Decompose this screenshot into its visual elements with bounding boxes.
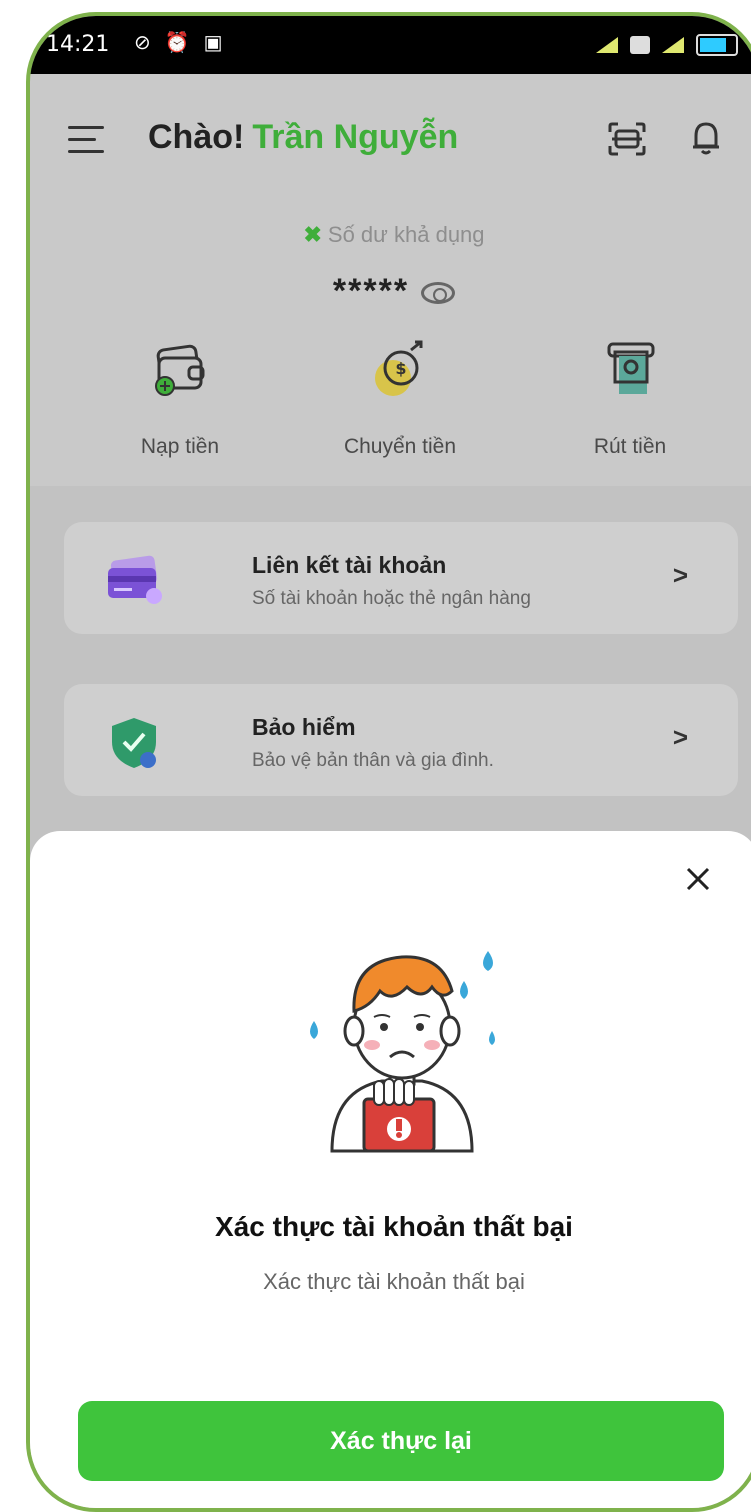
action-label: Rút tiền	[593, 435, 667, 458]
balance-masked: *****	[332, 272, 410, 310]
brand-logo-icon: ✖	[303, 222, 322, 247]
chevron-right-icon: >	[672, 560, 688, 590]
status-icons-left: ⊘ ⏰ ▣	[134, 30, 223, 55]
card-subtitle: Bảo vệ bản thân và gia đình.	[252, 750, 494, 771]
signal-icon	[596, 37, 618, 53]
chevron-right-icon: >	[672, 722, 688, 752]
phone-frame: 14:21 ⊘ ⏰ ▣ Chào! Trần Nguyễn ✖ Số dư kh…	[26, 12, 751, 1512]
money-transfer-icon: $	[375, 340, 423, 396]
signal-4g-icon	[662, 37, 684, 53]
app-header: Chào! Trần Nguyễn	[30, 74, 751, 204]
shield-icon	[112, 718, 156, 768]
alarm-icon: ⏰	[164, 32, 190, 54]
card-subtitle: Số tài khoản hoặc thẻ ngân hàng	[252, 588, 531, 609]
dialog-title: Xác thực tài khoản thất bại	[215, 1211, 573, 1242]
action-deposit[interactable]: Nạp tiền	[80, 336, 280, 459]
scan-icon[interactable]	[608, 122, 646, 156]
sad-person-illustration	[310, 951, 495, 1153]
retry-verify-button[interactable]: Xác thực lại	[78, 1401, 724, 1481]
dialog-message: Xác thực tài khoản thất bại	[263, 1269, 525, 1294]
status-icons-right	[596, 34, 738, 56]
insurance-card[interactable]: Bảo hiểm Bảo vệ bản thân và gia đình. >	[64, 684, 738, 796]
balance-value: *****	[30, 272, 751, 311]
wallet-plus-icon	[155, 344, 205, 396]
card-title: Liên kết tài khoản	[252, 552, 447, 578]
app-notification-icon: ▣	[203, 32, 223, 54]
atm-withdraw-icon	[607, 342, 655, 394]
quick-actions: Nạp tiền $ Chuyển tiền Rút tiền	[30, 336, 751, 476]
card-title: Bảo hiểm	[252, 714, 356, 740]
error-bottom-sheet: Xác thực tài khoản thất bại Xác thực tài…	[30, 831, 751, 1508]
sim-icon	[630, 36, 650, 54]
greeting-text: Chào!	[148, 118, 245, 156]
card-icon	[108, 555, 162, 604]
close-icon[interactable]	[686, 867, 710, 891]
action-label: Nạp tiền	[140, 435, 220, 458]
bell-icon[interactable]	[690, 118, 722, 158]
status-time: 14:21	[46, 32, 110, 57]
svg-text:$: $	[395, 359, 406, 378]
action-withdraw[interactable]: Rút tiền	[530, 336, 730, 459]
balance-label-text: Số dư khả dụng	[327, 222, 485, 247]
greeting: Chào! Trần Nguyễn	[148, 118, 458, 157]
balance-label: ✖ Số dư khả dụng	[30, 222, 751, 248]
services-section: Liên kết tài khoản Số tài khoản hoặc thẻ…	[30, 486, 751, 886]
status-bar: 14:21 ⊘ ⏰ ▣	[30, 16, 751, 74]
link-account-card[interactable]: Liên kết tài khoản Số tài khoản hoặc thẻ…	[64, 522, 738, 634]
user-name: Trần Nguyễn	[252, 118, 459, 156]
no-sync-icon: ⊘	[134, 32, 151, 54]
menu-icon[interactable]	[68, 126, 104, 153]
action-label: Chuyển tiền	[343, 435, 457, 458]
battery-icon	[696, 34, 738, 56]
action-transfer[interactable]: $ Chuyển tiền	[300, 336, 500, 459]
eye-icon[interactable]	[421, 282, 456, 305]
